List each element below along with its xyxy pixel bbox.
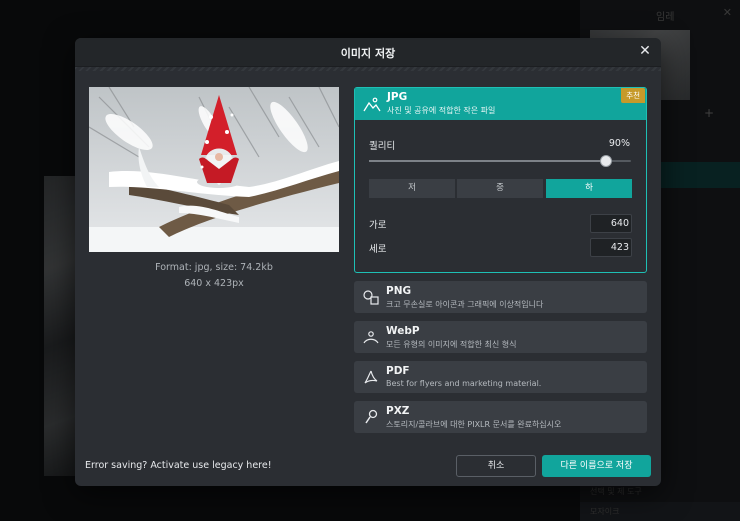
pdf-icon	[364, 370, 378, 384]
format-name: PXZ	[386, 405, 410, 417]
height-input[interactable]: 423	[590, 238, 632, 257]
format-option-pxz[interactable]: PXZ 스토리지/콜라브에 대한 PIXLR 문서를 완료하십시오	[354, 401, 647, 433]
preview-image	[89, 87, 339, 252]
format-list: JPG 사진 및 공유에 적합한 작은 파일 추천 퀄리티 90% 저 중 하 …	[354, 87, 647, 433]
webp-icon	[363, 331, 379, 344]
format-description: 크고 무손실로 아이콘과 그래픽에 이상적입니다	[386, 300, 544, 309]
dialog-header: 이미지 저장 ✕	[75, 38, 661, 67]
preview-format-size: Format: jpg, size: 74.2kb	[155, 262, 273, 273]
format-option-jpg-header[interactable]: JPG 사진 및 공유에 적합한 작은 파일 추천	[355, 88, 646, 120]
recommended-badge: 추천	[621, 88, 645, 103]
save-as-button[interactable]: 다른 이름으로 저장	[542, 455, 651, 477]
cancel-button[interactable]: 취소	[456, 455, 536, 477]
quality-slider-fill	[369, 160, 605, 162]
quality-label: 퀄리티	[369, 141, 396, 152]
format-name: PNG	[386, 285, 412, 297]
quality-value: 90%	[608, 138, 630, 149]
width-input[interactable]: 640	[590, 214, 632, 233]
quality-slider-thumb[interactable]	[599, 155, 612, 167]
preview-info: Format: jpg, size: 74.2kb 640 x 423px	[89, 260, 339, 292]
format-description: 사진 및 공유에 적합한 작은 파일	[387, 106, 496, 115]
format-option-png[interactable]: PNG 크고 무손실로 아이콘과 그래픽에 이상적입니다	[354, 281, 647, 313]
header-divider	[75, 67, 661, 71]
quality-preset-medium[interactable]: 중	[457, 179, 543, 198]
format-name: PDF	[386, 365, 410, 377]
format-option-pdf[interactable]: PDF Best for flyers and marketing materi…	[354, 361, 647, 393]
quality-preset-high[interactable]: 하	[546, 179, 632, 198]
preview-dimensions: 640 x 423px	[184, 278, 244, 289]
format-option-webp[interactable]: WebP 모든 유형의 이미지에 적합한 최신 형식	[354, 321, 647, 353]
shapes-icon	[363, 290, 379, 305]
format-description: 모든 유형의 이미지에 적합한 최신 형식	[386, 340, 517, 349]
pxz-icon	[365, 409, 378, 424]
use-legacy-link[interactable]: Error saving? Activate use legacy here!	[85, 460, 272, 471]
format-name: JPG	[387, 91, 408, 103]
save-image-dialog: 이미지 저장 ✕ Format: jpg, size: 74.2kb 640 x…	[75, 38, 661, 486]
dialog-title: 이미지 저장	[340, 47, 396, 60]
format-description: Best for flyers and marketing material.	[386, 379, 542, 388]
quality-slider[interactable]	[369, 155, 631, 167]
height-label: 세로	[369, 244, 387, 255]
format-name: WebP	[386, 325, 420, 337]
quality-preset-low[interactable]: 저	[369, 179, 455, 198]
close-icon[interactable]: ✕	[637, 43, 653, 59]
format-description: 스토리지/콜라브에 대한 PIXLR 문서를 완료하십시오	[386, 420, 562, 429]
format-option-jpg[interactable]: JPG 사진 및 공유에 적합한 작은 파일 추천 퀄리티 90% 저 중 하 …	[354, 87, 647, 273]
image-icon	[363, 97, 381, 112]
width-label: 가로	[369, 220, 387, 231]
